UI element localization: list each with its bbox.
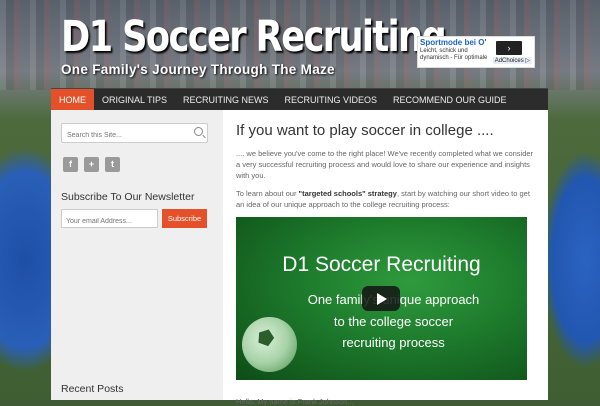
ad-text-line: dynamisch - Für optimale xyxy=(420,55,488,61)
strategy-text: To learn about our xyxy=(236,189,299,198)
search-icon[interactable] xyxy=(194,127,203,136)
facebook-icon[interactable]: f xyxy=(63,157,78,172)
email-field-wrapper xyxy=(61,209,158,229)
main-content: If you want to play soccer in college ..… xyxy=(223,110,548,406)
social-links: f + t xyxy=(63,157,120,172)
sidebar: f + t Subscribe To Our Newsletter Subscr… xyxy=(51,110,223,400)
strategy-emphasis: "targeted schools" strategy xyxy=(298,189,397,198)
intro-paragraph: .... we believe you've come to the right… xyxy=(236,149,534,180)
site-tagline: One Family's Journey Through The Maze xyxy=(61,62,335,77)
email-field[interactable] xyxy=(62,214,158,229)
subscribe-button[interactable]: Subscribe xyxy=(162,209,207,228)
nav-item-home[interactable]: Home xyxy=(51,89,94,111)
nav-item-recommend-our-guide[interactable]: Recommend Our Guide xyxy=(385,89,515,111)
newsletter-heading: Subscribe To Our Newsletter xyxy=(61,191,195,203)
strategy-paragraph: To learn about our "targeted schools" st… xyxy=(236,188,536,210)
soccer-ball-icon xyxy=(242,317,297,372)
video-title: D1 Soccer Recruiting xyxy=(282,253,481,276)
search-input[interactable] xyxy=(62,127,192,144)
ad-title[interactable]: Sportmode bei O' xyxy=(420,38,486,47)
video-player[interactable]: D1 Soccer Recruiting One family's unique… xyxy=(236,217,527,380)
page-title: If you want to play soccer in college ..… xyxy=(236,122,494,139)
ad-arrow-icon[interactable]: › xyxy=(496,41,522,55)
nav-item-original-tips[interactable]: Original Tips xyxy=(94,89,175,111)
main-navigation: Home Original Tips Recruiting News Recru… xyxy=(51,88,548,112)
site-title[interactable]: D1 Soccer Recruiting xyxy=(61,12,447,62)
google-plus-icon[interactable]: + xyxy=(84,157,99,172)
nav-item-recruiting-news[interactable]: Recruiting News xyxy=(175,89,277,111)
nav-item-recruiting-videos[interactable]: Recruiting Videos xyxy=(277,89,386,111)
ad-choices-link[interactable]: AdChoices ▷ xyxy=(492,57,532,64)
advertisement-banner[interactable]: Sportmode bei O' Leicht, schick und dyna… xyxy=(417,36,535,68)
recent-posts-heading: Recent Posts xyxy=(61,383,124,395)
twitter-icon[interactable]: t xyxy=(105,157,120,172)
play-icon[interactable] xyxy=(362,286,400,311)
ad-text-line: Leicht, schick und xyxy=(420,48,468,54)
intro-greeting: Hello, My name is Frank Johnson... xyxy=(236,397,354,406)
search-box xyxy=(61,123,208,144)
